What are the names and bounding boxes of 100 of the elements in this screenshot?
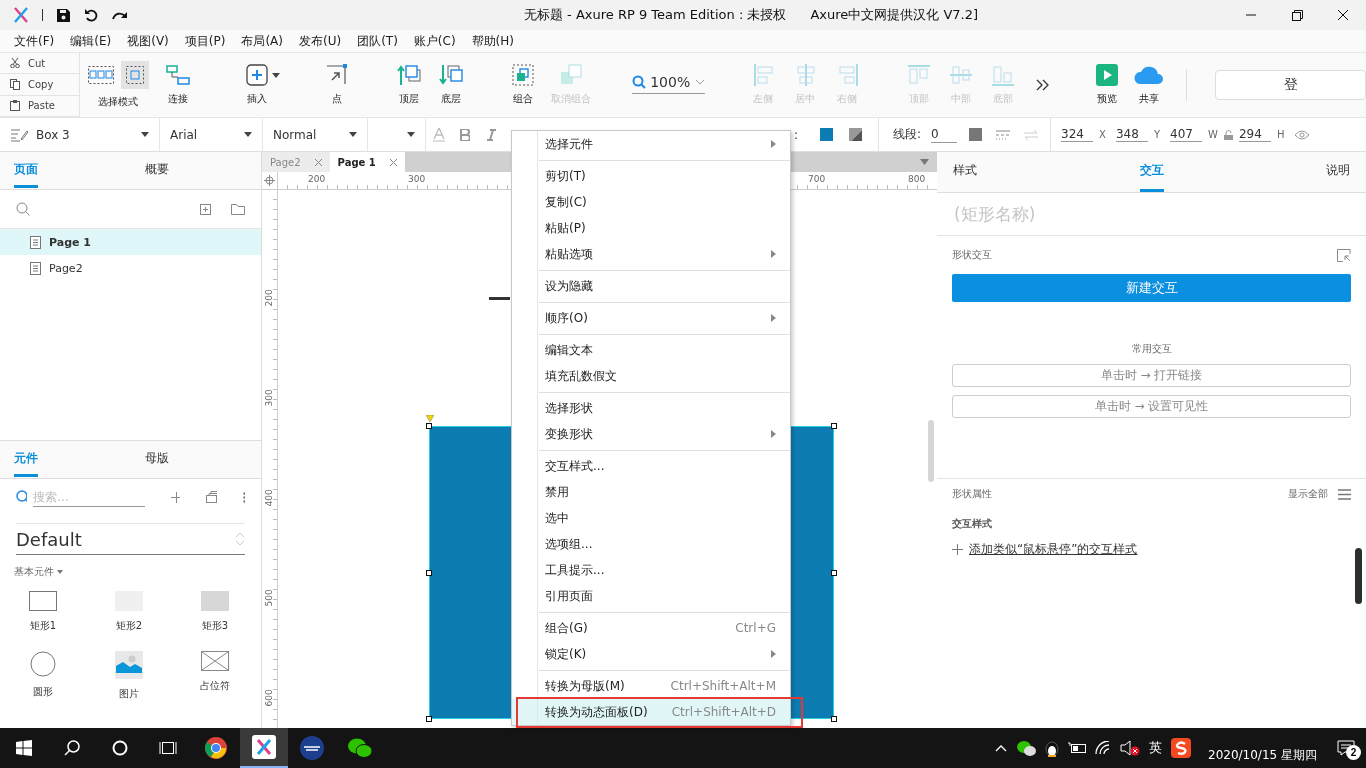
menu-item[interactable]: 帮助(H) xyxy=(463,32,522,50)
menu-item[interactable]: 组合(G) Ctrl+G xyxy=(512,615,790,641)
text-color-icon[interactable] xyxy=(433,127,445,142)
menu-item[interactable]: 填充乱数假文 xyxy=(512,363,790,389)
bold-icon[interactable] xyxy=(460,128,470,141)
document-tab[interactable]: Page 1 xyxy=(329,152,405,172)
library-icon[interactable] xyxy=(205,491,217,503)
menu-item[interactable]: 顺序(O) xyxy=(512,305,790,331)
panel-tab[interactable]: 概要 xyxy=(130,152,261,189)
taskbar-app-icon[interactable] xyxy=(240,728,288,768)
menu-item[interactable]: 禁用 xyxy=(512,479,790,505)
toolbar-button[interactable]: 点 xyxy=(315,53,360,117)
add-page-icon[interactable] xyxy=(200,203,211,215)
more-vertical-icon[interactable] xyxy=(242,491,245,503)
menu-icon[interactable] xyxy=(1338,488,1351,500)
menu-item[interactable]: 粘贴选项 xyxy=(512,241,790,267)
select-contained-icon[interactable] xyxy=(121,61,150,89)
resize-handle[interactable] xyxy=(831,423,837,429)
close-icon[interactable] xyxy=(1338,10,1348,20)
width-field[interactable]: 407 xyxy=(1170,127,1203,142)
toolbar-button[interactable]: 顶层 xyxy=(387,53,432,117)
undo-icon[interactable] xyxy=(84,8,98,22)
stroke-color-swatch[interactable] xyxy=(969,128,983,141)
library-dropdown[interactable]: Default xyxy=(16,523,245,555)
resize-handle[interactable] xyxy=(831,570,837,576)
widget-item[interactable]: 矩形1 xyxy=(0,591,86,633)
toolbar-button[interactable]: 组合 xyxy=(501,53,546,117)
menu-item[interactable]: 编辑(E) xyxy=(62,32,120,50)
menu-item[interactable]: 发布(U) xyxy=(291,32,350,50)
menu-item[interactable]: 变换形状 xyxy=(512,421,790,447)
chat-icon[interactable] xyxy=(1016,740,1036,756)
clock-date[interactable]: 2020/10/15 星期四 xyxy=(1208,747,1317,768)
widget-item[interactable]: 占位符 xyxy=(172,651,258,701)
resize-handle[interactable] xyxy=(426,570,432,576)
login-field[interactable]: 登 xyxy=(1215,70,1366,100)
height-field[interactable]: 294 xyxy=(1238,127,1271,142)
caret-icon[interactable] xyxy=(920,159,929,165)
menu-item[interactable]: 视图(V) xyxy=(119,32,177,50)
scrollbar[interactable] xyxy=(1355,548,1362,604)
toolbar-button[interactable]: 连接 xyxy=(156,53,201,117)
page-item[interactable]: Page2 xyxy=(0,255,261,281)
menu-item[interactable]: 锁定(K) xyxy=(512,641,790,667)
style-dropdown[interactable]: Box 3 xyxy=(0,118,160,151)
volume-muted-icon[interactable] xyxy=(1120,740,1140,756)
preview-button[interactable]: 预览 xyxy=(1085,53,1130,117)
resize-handle[interactable] xyxy=(831,716,837,722)
name-field[interactable]: (矩形名称) xyxy=(952,203,1156,225)
add-style-link[interactable]: 添加类似“鼠标悬停”的交互样式 xyxy=(969,541,1138,558)
task-view-icon[interactable] xyxy=(159,740,177,756)
menu-item[interactable]: 文件(F) xyxy=(6,32,63,50)
menu-item[interactable]: 剪切(T) xyxy=(512,163,790,189)
tray-expand-icon[interactable] xyxy=(995,744,1007,752)
y-field[interactable]: 348 xyxy=(1115,127,1148,142)
windows-logo-icon[interactable] xyxy=(16,740,32,756)
interaction-preset-button[interactable]: 单击时 → 设置可见性 xyxy=(952,395,1351,418)
cut-button[interactable]: Cut xyxy=(0,53,80,75)
circle-icon[interactable] xyxy=(112,740,128,756)
share-button[interactable]: 共享 xyxy=(1127,53,1172,117)
category-label[interactable]: 基本元件 xyxy=(14,565,54,579)
fill-color-swatch[interactable] xyxy=(820,128,834,141)
widget-item[interactable]: 矩形2 xyxy=(86,591,172,633)
font-dropdown[interactable]: Arial xyxy=(160,118,263,151)
font-weight-dropdown[interactable]: Normal xyxy=(263,118,368,151)
zoom-field[interactable]: 100% xyxy=(632,70,706,94)
menu-item[interactable]: 项目(P) xyxy=(176,32,234,50)
toolbar-button[interactable]: 插入 xyxy=(235,53,280,117)
save-icon[interactable] xyxy=(57,8,70,22)
toolbar-button[interactable]: 底层 xyxy=(429,53,474,117)
search-field[interactable]: 搜索... xyxy=(33,487,146,507)
shadow-swatch[interactable] xyxy=(849,128,863,141)
menu-item[interactable]: 引用页面 xyxy=(512,583,790,609)
widget-item[interactable]: 圆形 xyxy=(0,651,86,701)
wifi-icon[interactable] xyxy=(1095,741,1111,755)
menu-item[interactable]: 设为隐藏 xyxy=(512,273,790,299)
panel-tab[interactable]: 母版 xyxy=(130,441,261,478)
add-icon[interactable] xyxy=(171,491,180,503)
menu-item[interactable]: 布局(A) xyxy=(233,32,291,50)
visibility-icon[interactable] xyxy=(1294,129,1311,140)
copy-button[interactable]: Copy xyxy=(0,74,80,96)
rotation-handle[interactable] xyxy=(426,415,434,422)
italic-icon[interactable] xyxy=(486,128,496,141)
paste-button[interactable]: Paste xyxy=(0,95,80,117)
x-field[interactable]: 324 xyxy=(1061,127,1094,142)
page-item[interactable]: Page 1 xyxy=(0,229,261,255)
menu-item[interactable]: 选择形状 xyxy=(512,395,790,421)
input-method-indicator[interactable]: 英 xyxy=(1149,739,1162,757)
scrollbar[interactable] xyxy=(928,420,934,482)
menu-item[interactable]: 工具提示... xyxy=(512,557,790,583)
menu-item[interactable]: 团队(T) xyxy=(349,32,406,50)
menu-item[interactable]: 选中 xyxy=(512,505,790,531)
inspector-tab[interactable]: 样式 xyxy=(953,152,977,192)
menu-item[interactable]: 选项组... xyxy=(512,531,790,557)
lock-icon[interactable] xyxy=(1223,129,1233,140)
menu-item[interactable]: 转换为母版(M) Ctrl+Shift+Alt+M xyxy=(512,673,790,699)
stroke-width-field[interactable]: 0 xyxy=(931,126,958,143)
resize-handle[interactable] xyxy=(426,716,432,722)
menu-item[interactable]: 账户(C) xyxy=(405,32,464,50)
resize-handle[interactable] xyxy=(426,423,432,429)
plus-icon[interactable] xyxy=(952,544,963,555)
expand-icon[interactable] xyxy=(1337,248,1351,262)
